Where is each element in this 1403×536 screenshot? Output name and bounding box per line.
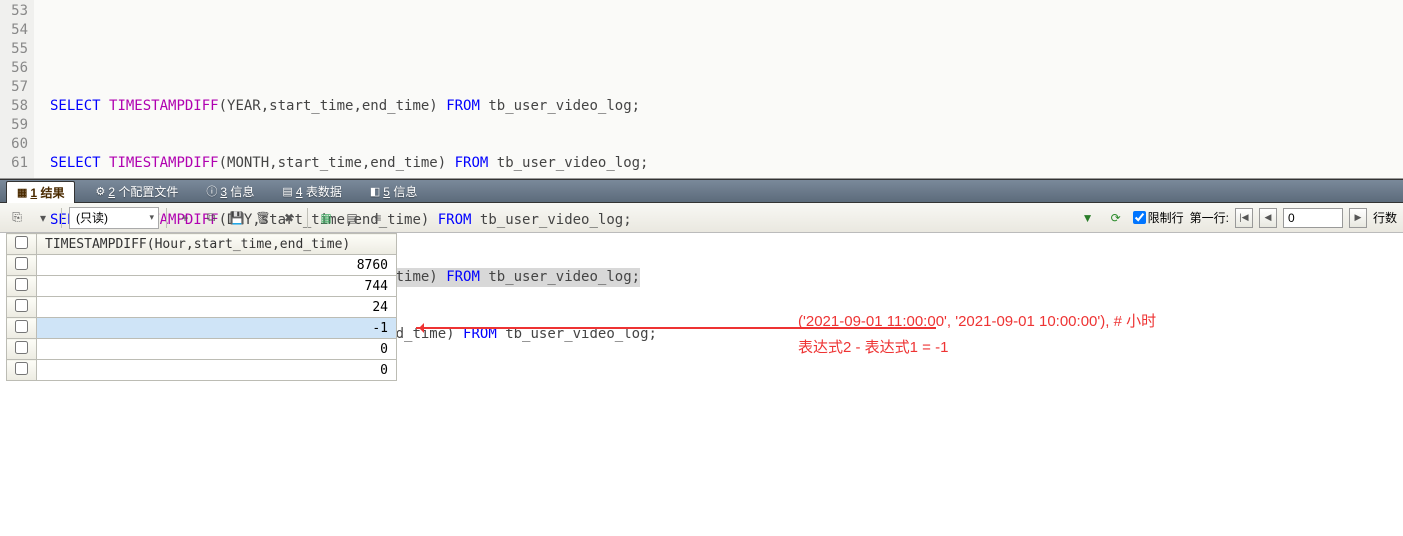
first-row-label: 第一行:	[1190, 209, 1229, 226]
table-row: 0	[7, 339, 397, 360]
rowcount-label: 行数	[1373, 209, 1397, 226]
info2-icon: ◧	[370, 185, 380, 198]
result-area: TIMESTAMPDIFF(Hour,start_time,end_time) …	[0, 233, 1403, 381]
info-icon: ⓘ	[206, 183, 217, 199]
save-button[interactable]: 💾	[226, 207, 248, 229]
annotation-line2: 表达式2 - 表达式1 = -1	[798, 335, 1156, 361]
result-grid[interactable]: TIMESTAMPDIFF(Hour,start_time,end_time) …	[6, 233, 397, 381]
code-area[interactable]: SELECT TIMESTAMPDIFF(YEAR,start_time,end…	[34, 0, 1403, 178]
limit-rows-label: 限制行	[1148, 209, 1184, 226]
tab-tabledata[interactable]: ▤ 4 表数据	[274, 180, 349, 202]
table-row: 24	[7, 297, 397, 318]
insert-row-button[interactable]: +	[174, 207, 196, 229]
prev-page-button[interactable]: ◀	[1259, 208, 1277, 228]
table-row-selected: -1	[7, 318, 397, 339]
text-view-button[interactable]: ≡	[367, 207, 389, 229]
annotation-line1: ('2021-09-01 11:00:00', '2021-09-01 10:0…	[798, 309, 1156, 335]
delete-row-button[interactable]: 🗑	[252, 207, 274, 229]
grid-icon: ▦	[17, 186, 27, 199]
cancel-button[interactable]: ✖	[278, 207, 300, 229]
tab-result[interactable]: ▦ 1 结果	[6, 181, 75, 203]
table-row: 8760	[7, 255, 397, 276]
form-view-button[interactable]: ▤	[341, 207, 363, 229]
first-row-input[interactable]	[1283, 208, 1343, 228]
filter-button[interactable]: ▼	[1077, 207, 1099, 229]
sql-editor[interactable]: 53 54 55 56 57 58 59 60 61 SELECT TIMEST…	[0, 0, 1403, 179]
table-row: 0	[7, 360, 397, 381]
tab-profiles[interactable]: ⚙ 2 个配置文件	[87, 180, 186, 202]
tab-messages[interactable]: ⓘ 3 信息	[198, 180, 262, 202]
export-button[interactable]: ⎘	[6, 207, 28, 229]
limit-rows-checkbox[interactable]: 限制行	[1133, 209, 1184, 226]
table-row: 744	[7, 276, 397, 297]
readonly-dropdown[interactable]: (只读)	[69, 207, 159, 229]
select-all-checkbox[interactable]	[7, 234, 37, 255]
duplicate-row-button[interactable]: ⧉	[200, 207, 222, 229]
profile-icon: ⚙	[95, 185, 105, 198]
dropdown-export-button[interactable]: ▾	[32, 207, 54, 229]
column-header[interactable]: TIMESTAMPDIFF(Hour,start_time,end_time)	[37, 234, 397, 255]
grid-view-button[interactable]: ▦	[315, 207, 337, 229]
line-gutter: 53 54 55 56 57 58 59 60 61	[0, 0, 34, 178]
refresh-button[interactable]: ⟳	[1105, 207, 1127, 229]
tab-info[interactable]: ◧ 5 信息	[362, 180, 425, 202]
first-page-button[interactable]: |◀	[1235, 208, 1253, 228]
table-icon: ▤	[282, 185, 292, 198]
next-page-button[interactable]: ▶	[1349, 208, 1367, 228]
